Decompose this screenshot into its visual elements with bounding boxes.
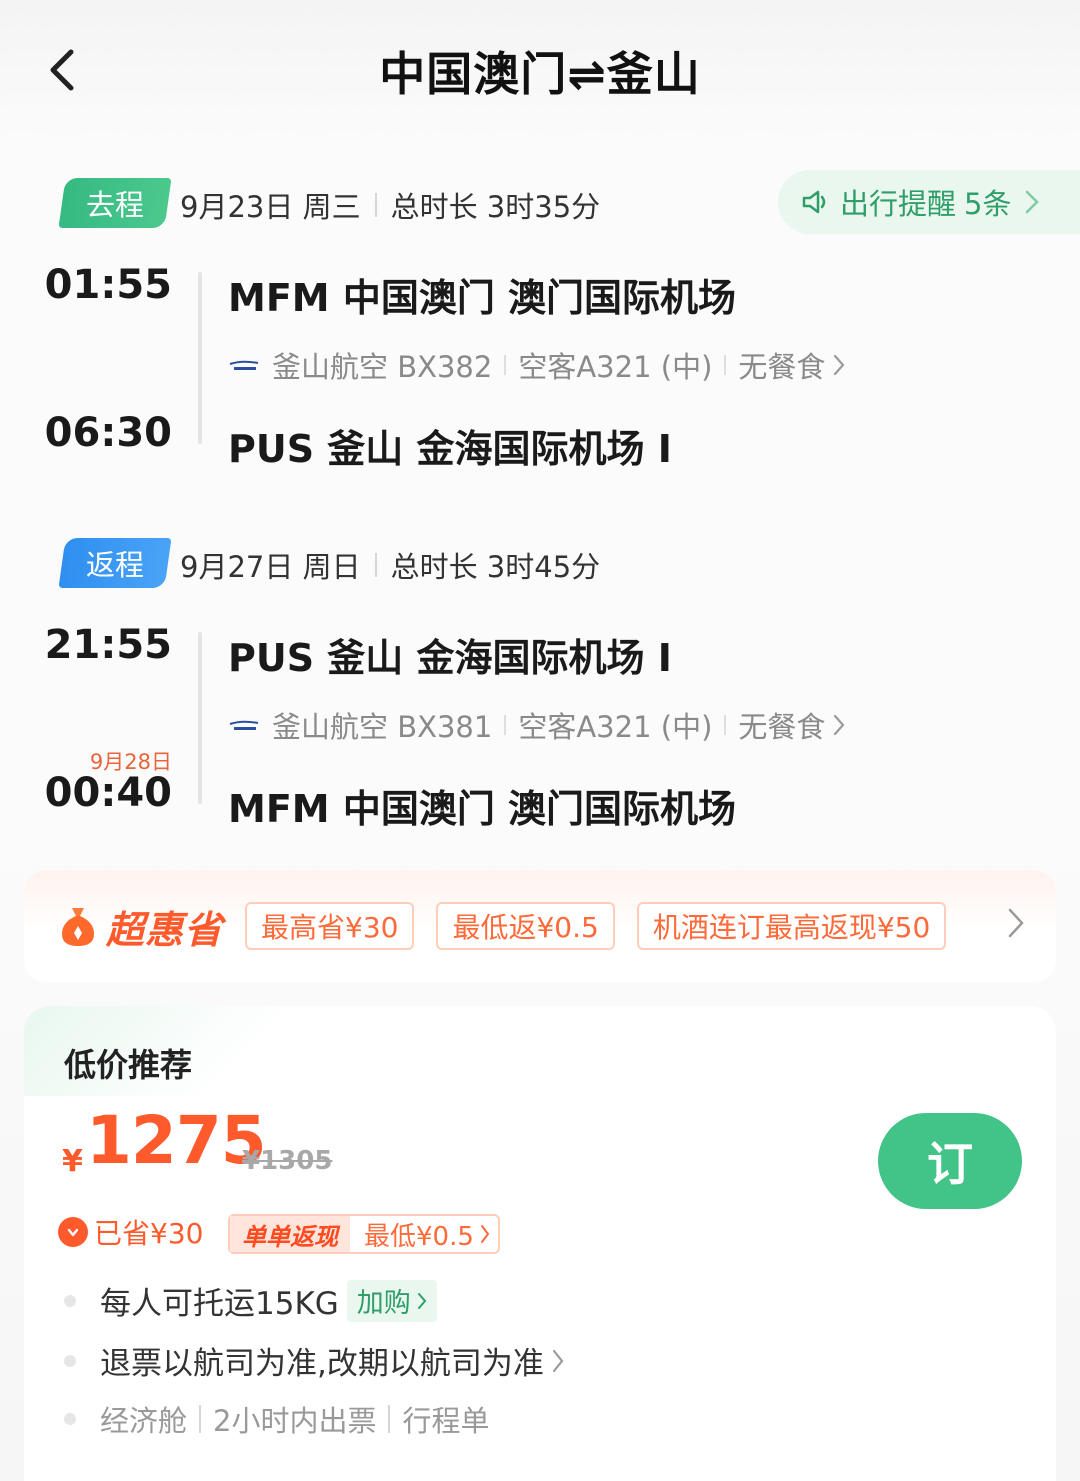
airline-logo-icon	[228, 718, 260, 732]
divider	[199, 1405, 202, 1433]
inbound-date: 9月27日 周日	[180, 550, 361, 584]
original-price: ¥1305	[242, 1146, 333, 1176]
divider	[374, 193, 377, 217]
inbound-aircraft: 空客A321 (中)	[518, 710, 713, 744]
outbound-aircraft: 空客A321 (中)	[518, 350, 713, 384]
down-arrow-icon	[58, 1217, 88, 1247]
airline-logo-icon	[228, 358, 260, 372]
cashback-label: 单单返现	[230, 1216, 350, 1252]
baggage-text: 每人可托运15KG	[100, 1286, 339, 1322]
chevron-right-icon	[1026, 190, 1040, 214]
inbound-depart-time: 21:55	[44, 622, 172, 668]
chevron-right-icon	[834, 714, 845, 736]
money-bag-icon	[62, 908, 94, 946]
inbound-flight-info[interactable]: 釜山航空 BX381 空客A321 (中) 无餐食	[228, 704, 845, 746]
divider	[724, 355, 727, 375]
chevron-right-icon	[1008, 908, 1024, 938]
inbound-arrive-airport: MFM 中国澳门 澳门国际机场	[228, 787, 737, 831]
section-title: 低价推荐	[64, 1046, 193, 1084]
inbound-duration: 总时长 3时45分	[390, 550, 601, 584]
speaker-icon	[802, 190, 826, 214]
outbound-tag: 去程	[58, 178, 172, 228]
outbound-arrive-airport: PUS 釜山 金海国际机场 I	[228, 427, 672, 471]
saved-badge: 已省¥30	[58, 1212, 203, 1252]
outbound-leg-info: 9月23日 周三 总时长 3时35分	[180, 184, 600, 226]
outbound-meal: 无餐食	[738, 350, 826, 384]
inbound-tag: 返程	[58, 538, 172, 588]
itinerary-receipt: 行程单	[402, 1404, 490, 1438]
price-currency: ¥	[62, 1144, 83, 1179]
travel-reminder-button[interactable]: 出行提醒 5条	[778, 170, 1080, 234]
chevron-right-icon	[480, 1225, 490, 1243]
divider	[374, 553, 377, 577]
inbound-leg-info: 9月27日 周日 总时长 3时45分	[180, 544, 600, 586]
ticket-info-row: 经济舱 2小时内出票 行程单	[64, 1398, 489, 1440]
inbound-meal: 无餐食	[738, 710, 826, 744]
promo-banner[interactable]: 超惠省 最高省¥30 最低返¥0.5 机酒连订最高返现¥50	[24, 870, 1056, 982]
ticketing-time: 2小时内出票	[213, 1404, 377, 1438]
reminder-label: 出行提醒	[840, 187, 957, 221]
outbound-flight-info[interactable]: 釜山航空 BX382 空客A321 (中) 无餐食	[228, 344, 845, 386]
reminder-count: 5条	[964, 187, 1012, 221]
cashback-badge[interactable]: 单单返现 最低¥0.5	[228, 1214, 500, 1254]
bullet-dot	[64, 1354, 76, 1367]
bullet-dot	[64, 1294, 76, 1307]
outbound-arrive-time: 06:30	[44, 410, 172, 456]
divider	[388, 1405, 391, 1433]
inbound-airline: 釜山航空 BX381	[272, 710, 493, 744]
timeline-line	[198, 632, 202, 804]
offer-card: 低价推荐 ¥ 1275 ¥1305 订 已省¥30 单单返现 最低¥0.5 每人…	[24, 1006, 1056, 1481]
chevron-right-icon	[834, 354, 845, 376]
inbound-arrive-time: 00:40	[44, 770, 172, 816]
chevron-right-icon	[552, 1349, 564, 1372]
divider	[504, 355, 507, 375]
promo-chip-min-cashback[interactable]: 最低返¥0.5	[436, 902, 615, 950]
outbound-depart-time: 01:55	[44, 262, 172, 308]
baggage-row: 每人可托运15KG 加购	[64, 1278, 437, 1323]
inbound-depart-airport: PUS 釜山 金海国际机场 I	[228, 636, 672, 680]
outbound-depart-airport: MFM 中国澳门 澳门国际机场	[228, 276, 737, 320]
page-title: 中国澳门⇌釜山	[379, 47, 701, 101]
promo-brand: 超惠省	[58, 899, 223, 954]
refund-policy-row[interactable]: 退票以航司为准,改期以航司为准	[64, 1338, 564, 1383]
bullet-dot	[64, 1413, 76, 1425]
addon-button[interactable]: 加购	[346, 1279, 437, 1322]
book-button[interactable]: 订	[878, 1113, 1022, 1209]
refund-policy-text: 退票以航司为准,改期以航司为准	[100, 1346, 544, 1382]
promo-chip-max-save[interactable]: 最高省¥30	[245, 902, 415, 950]
promo-chip-flight-hotel[interactable]: 机酒连订最高返现¥50	[636, 902, 947, 950]
cashback-value: 最低¥0.5	[364, 1221, 474, 1252]
timeline-line	[198, 272, 202, 444]
divider	[504, 715, 507, 735]
divider	[724, 715, 727, 735]
outbound-duration: 总时长 3时35分	[390, 190, 601, 224]
cabin-class: 经济舱	[100, 1404, 188, 1438]
outbound-airline: 釜山航空 BX382	[272, 350, 493, 384]
chevron-right-icon	[417, 1292, 427, 1309]
price-value: 1275	[86, 1102, 267, 1179]
outbound-date: 9月23日 周三	[180, 190, 361, 224]
